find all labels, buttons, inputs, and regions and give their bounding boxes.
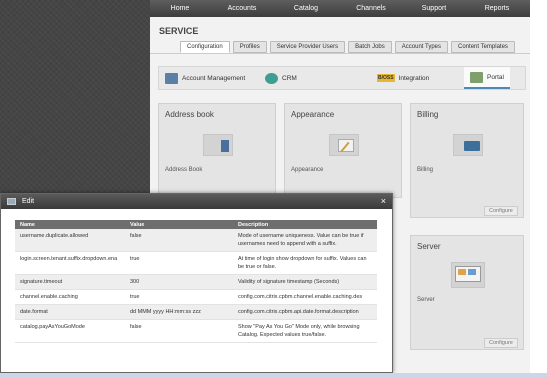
- nav-home[interactable]: Home: [150, 5, 210, 12]
- cell-description: Show "Pay As You Go" Mode only, while br…: [233, 319, 377, 343]
- table-row[interactable]: username.duplicate.allowed false Mode of…: [15, 229, 377, 252]
- cell-description: config.com.citrix.cpbm.api.date.format.d…: [233, 304, 377, 320]
- table-header: Name Value Description: [15, 220, 377, 229]
- card-label: Appearance: [291, 167, 324, 173]
- nav-accounts[interactable]: Accounts: [210, 5, 274, 12]
- page-edge: [530, 0, 547, 378]
- card-title: Appearance: [291, 110, 335, 119]
- cell-value[interactable]: true: [125, 289, 233, 305]
- card-appearance[interactable]: Appearance Appearance: [284, 103, 402, 198]
- service-tabs: Configuration Profiles Service Provider …: [180, 41, 515, 53]
- card-title: Address book: [165, 110, 214, 119]
- table-row[interactable]: signature.timeout 300 Validity of signat…: [15, 274, 377, 290]
- cell-value[interactable]: dd MMM yyyy HH:mm:ss zzz: [125, 304, 233, 320]
- nav-support[interactable]: Support: [404, 5, 464, 12]
- page-title: SERVICE: [159, 26, 199, 36]
- portal-icon: [470, 71, 483, 83]
- cell-name: username.duplicate.allowed: [15, 229, 125, 252]
- module-integration[interactable]: B/OSS Integration: [377, 74, 429, 82]
- cell-value[interactable]: 300: [125, 274, 233, 290]
- status-bar: [0, 373, 547, 378]
- tab-content-templates[interactable]: Content Templates: [451, 41, 515, 53]
- card-title: Server: [417, 242, 441, 251]
- billing-icon: [453, 134, 483, 156]
- configure-button[interactable]: Configure: [484, 338, 518, 348]
- card-label: Address Book: [165, 167, 203, 173]
- module-label: Account Management: [182, 74, 246, 82]
- nav-channels[interactable]: Channels: [338, 5, 404, 12]
- cell-value[interactable]: false: [125, 319, 233, 343]
- edit-dialog: Edit × Name Value Description username.d…: [0, 193, 393, 373]
- table-row[interactable]: catalog.payAsYouGoMode false Show "Pay A…: [15, 319, 377, 343]
- tab-configuration[interactable]: Configuration: [180, 41, 230, 53]
- boss-badge-icon: B/OSS: [377, 74, 395, 82]
- address-book-icon: [203, 134, 233, 156]
- edit-icon: [7, 198, 16, 205]
- top-navigation: Home Accounts Catalog Channels Support R…: [150, 0, 530, 17]
- table-row[interactable]: channel.enable.caching true config.com.c…: [15, 289, 377, 305]
- tab-service-provider-users[interactable]: Service Provider Users: [269, 41, 346, 53]
- column-header-name: Name: [15, 220, 125, 229]
- cell-name: catalog.payAsYouGoMode: [15, 319, 125, 343]
- card-label: Billing: [417, 167, 434, 173]
- module-label: Integration: [398, 74, 430, 82]
- cell-description: Mode of username uniqueness. Value can b…: [233, 229, 377, 252]
- module-label: CRM: [282, 74, 297, 82]
- cell-description: config.com.citrix.cpbm.channel.enable.ca…: [233, 289, 377, 305]
- crm-icon: [265, 72, 278, 84]
- dialog-title: Edit: [22, 198, 35, 205]
- configure-button[interactable]: Configure: [484, 206, 518, 216]
- card-address-book[interactable]: Address book Address Book: [158, 103, 276, 198]
- module-portal[interactable]: Portal: [464, 67, 510, 89]
- config-table: Name Value Description username.duplicat…: [15, 220, 377, 343]
- nav-catalog[interactable]: Catalog: [274, 5, 338, 12]
- cell-value[interactable]: true: [125, 251, 233, 275]
- table-row[interactable]: date.format dd MMM yyyy HH:mm:ss zzz con…: [15, 304, 377, 320]
- card-title: Billing: [417, 110, 439, 119]
- close-icon[interactable]: ×: [381, 196, 386, 206]
- server-icon: [451, 262, 485, 288]
- module-label: Portal: [487, 73, 504, 81]
- module-bar: Account Management CRM B/OSS Integration…: [158, 66, 526, 90]
- module-crm[interactable]: CRM: [265, 72, 297, 84]
- cell-value[interactable]: false: [125, 229, 233, 252]
- module-account-management[interactable]: Account Management: [165, 72, 246, 84]
- appearance-icon: [329, 134, 359, 156]
- cell-name: date.format: [15, 304, 125, 320]
- cell-description: Validity of signature timestamp (Seconds…: [233, 274, 377, 290]
- cell-name: signature.timeout: [15, 274, 125, 290]
- card-billing[interactable]: Billing Billing Configure: [410, 103, 524, 218]
- nav-reports[interactable]: Reports: [464, 5, 530, 12]
- dialog-header: Edit: [1, 194, 392, 209]
- card-server[interactable]: Server Server Configure: [410, 235, 524, 350]
- column-header-description: Description: [233, 220, 377, 229]
- cell-description: At time of login show dropdown for suffi…: [233, 251, 377, 275]
- tab-account-types[interactable]: Account Types: [394, 41, 449, 53]
- column-header-value: Value: [125, 220, 233, 229]
- cell-name: login.screen.tenant.suffix.dropdown.ena: [15, 251, 125, 275]
- tab-divider: [150, 53, 530, 54]
- card-label: Server: [417, 297, 435, 303]
- table-row[interactable]: login.screen.tenant.suffix.dropdown.ena …: [15, 251, 377, 275]
- account-management-icon: [165, 72, 178, 84]
- cell-name: channel.enable.caching: [15, 289, 125, 305]
- tab-batch-jobs[interactable]: Batch Jobs: [348, 41, 392, 53]
- tab-profiles[interactable]: Profiles: [232, 41, 267, 53]
